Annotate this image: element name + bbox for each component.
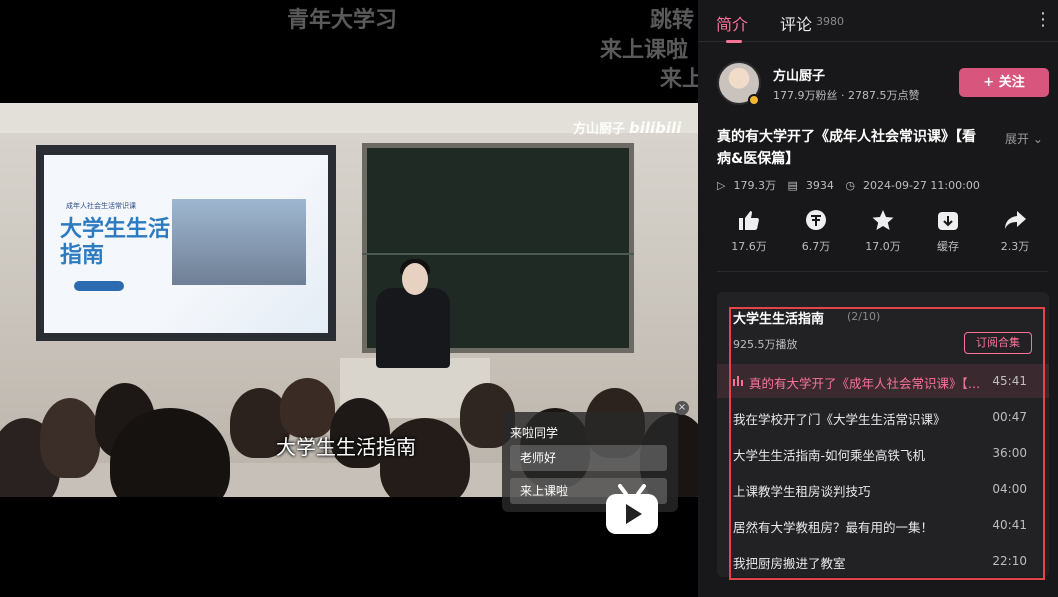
danmaku-comment: 来上: [660, 67, 698, 92]
star-icon: [872, 210, 894, 230]
cache-button[interactable]: 缓存: [920, 206, 976, 254]
episode-duration: 04:00: [992, 482, 1027, 496]
bilibili-logo: bilibili: [629, 119, 682, 137]
tab-intro[interactable]: 简介: [716, 11, 748, 35]
episode-duration: 00:47: [992, 410, 1027, 424]
publish-date: 2024-09-27 11:00:00: [862, 179, 980, 192]
danmaku-comment: 跳转: [650, 8, 695, 33]
presenter: [376, 288, 450, 368]
action-bar: 17.6万 6.7万 17.0万 缓存 2.3万: [698, 206, 1058, 262]
divider: [717, 271, 1048, 272]
slide-photo: [172, 199, 306, 285]
verified-badge-icon: [748, 94, 760, 106]
panel-tabs: 简介 评论 3980 ⋮: [698, 0, 1058, 43]
close-icon[interactable]: ×: [675, 401, 689, 415]
collection-panel: 大学生生活指南 (2/10) 925.5万播放 订阅合集 真的有大学开了《成年人…: [717, 292, 1049, 577]
coin-icon: [806, 210, 826, 230]
episode-title: 大学生生活指南-如何乘坐高铁飞机: [733, 448, 926, 463]
blackboard-divider: [362, 253, 634, 255]
episode-title: 我把厨房搬进了教室: [733, 556, 846, 571]
coin-count: 6.7万: [801, 240, 831, 253]
episode-item[interactable]: 大学生生活指南-如何乘坐高铁飞机 36:00: [717, 436, 1049, 470]
subscribe-collection-button[interactable]: 订阅合集: [964, 332, 1032, 354]
episode-duration: 22:10: [992, 554, 1027, 568]
video-meta: ▷ 179.3万 ▤ 3934 ◷ 2024-09-27 11:00:00: [717, 177, 988, 193]
video-subtitle: 大学生生活指南: [276, 435, 416, 459]
chevron-down-icon: ⌄: [1032, 132, 1043, 146]
slide-button: [74, 281, 124, 291]
follow-button[interactable]: + 关注: [959, 68, 1049, 97]
episode-item-active[interactable]: 真的有大学开了《成年人社会常识课》【看病&医保篇】 45:41: [717, 364, 1049, 398]
clock-icon: ◷: [845, 179, 855, 192]
slide-title: 大学生生活指南: [60, 217, 171, 268]
like-count: 17.6万: [731, 240, 767, 253]
projector-screen: 成年人社会生活常识课 大学生生活指南: [44, 155, 328, 333]
collection-progress: (2/10): [847, 310, 881, 323]
episode-duration: 45:41: [992, 374, 1027, 388]
comment-count: 3980: [816, 15, 844, 28]
episode-duration: 36:00: [992, 446, 1027, 460]
episode-item[interactable]: 我在学校开了门《大学生生活常识课》 00:47: [717, 400, 1049, 434]
tab-comments[interactable]: 评论: [780, 11, 812, 35]
collection-plays: 925.5万播放: [733, 338, 798, 351]
episode-title: 上课教学生租房谈判技巧: [733, 484, 871, 499]
expand-label: 展开: [1005, 132, 1030, 146]
bilibili-tv-icon[interactable]: [604, 484, 660, 536]
share-count: 2.3万: [1000, 240, 1030, 253]
expand-button[interactable]: 展开 ⌄: [1005, 130, 1043, 147]
episode-item[interactable]: 居然有大学教租房？最有用的一集！ 40:41: [717, 508, 1049, 542]
cache-label: 缓存: [937, 240, 959, 253]
presenter-head: [402, 263, 428, 295]
playing-icon: [733, 376, 743, 386]
favorite-button[interactable]: 17.0万: [855, 206, 911, 254]
coin-button[interactable]: 6.7万: [788, 206, 844, 254]
danmaku-comment: 来上课啦: [600, 38, 689, 63]
collection-title[interactable]: 大学生生活指南: [733, 308, 824, 327]
share-button[interactable]: 2.3万: [987, 206, 1043, 254]
episode-title: 居然有大学教租房？最有用的一集！: [733, 520, 934, 535]
watermark-name: 方山厨子: [573, 122, 626, 137]
share-icon: [1005, 211, 1026, 229]
views-icon: ▷: [717, 179, 726, 192]
danmaku-icon: ▤: [787, 179, 798, 192]
vote-title: 来啦同学: [510, 426, 559, 440]
more-options-icon[interactable]: ⋮: [1034, 9, 1052, 30]
slide-caption: 成年人社会生活常识课: [66, 202, 136, 210]
episode-duration: 40:41: [992, 518, 1027, 532]
watermark: 方山厨子 bilibili: [573, 118, 681, 137]
uploader-name[interactable]: 方山厨子: [773, 65, 825, 84]
episode-title: 真的有大学开了《成年人社会常识课》【看病&医保篇】: [749, 376, 985, 391]
danmaku-comment: 青年大学习: [287, 8, 398, 33]
thumbs-up-icon: [739, 211, 759, 230]
active-tab-indicator: [726, 40, 742, 43]
vote-option[interactable]: 老师好: [510, 445, 667, 471]
episode-item[interactable]: 我把厨房搬进了教室 22:10: [717, 544, 1049, 578]
episode-item[interactable]: 上课教学生租房谈判技巧 04:00: [717, 472, 1049, 506]
favorite-count: 17.0万: [865, 240, 901, 253]
download-icon: [938, 212, 958, 230]
uploader-stats: 177.9万粉丝 · 2787.5万点赞: [773, 89, 920, 102]
episode-title: 我在学校开了门《大学生生活常识课》: [733, 412, 946, 427]
video-player[interactable]: 青年大学习 跳转 来上课啦 来上 成年人社会生活常识课 大学生生活指南 方山厨子…: [0, 0, 698, 597]
danmaku-count: 3934: [805, 179, 834, 192]
info-panel: 简介 评论 3980 ⋮ 方山厨子 177.9万粉丝 · 2787.5万点赞 +…: [698, 0, 1058, 597]
like-button[interactable]: 17.6万: [721, 206, 777, 254]
video-title: 真的有大学开了《成年人社会常识课》【看病&医保篇】: [717, 129, 976, 167]
view-count: 179.3万: [733, 179, 776, 192]
